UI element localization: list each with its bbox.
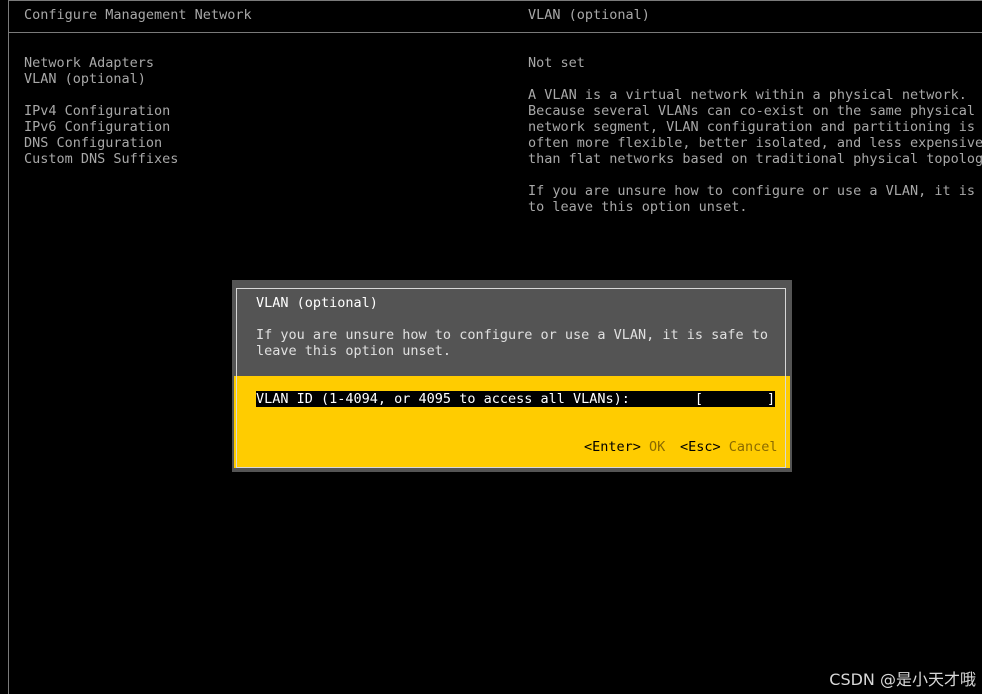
ok-button[interactable]: <Enter> OK <box>584 439 665 455</box>
menu-item-network-adapters[interactable]: Network Adapters <box>24 55 154 71</box>
cancel-label: Cancel <box>728 439 778 455</box>
menu-item-ipv4[interactable]: IPv4 Configuration <box>24 103 170 119</box>
esc-key-hint: <Esc> <box>680 439 721 455</box>
menu-item-vlan[interactable]: VLAN (optional) <box>24 71 146 87</box>
menu-item-custom-dns-suffixes[interactable]: Custom DNS Suffixes <box>24 151 178 167</box>
ok-label: OK <box>649 439 666 455</box>
info-text-line: network segment, VLAN configuration and … <box>528 119 976 135</box>
enter-key-hint: <Enter> <box>584 439 641 455</box>
vlan-id-label: VLAN ID (1-4094, or 4095 to access all V… <box>256 391 630 407</box>
menu-item-dns[interactable]: DNS Configuration <box>24 135 162 151</box>
cancel-button[interactable]: <Esc> Cancel <box>680 439 778 455</box>
watermark: CSDN @是小天才哦 <box>829 670 976 689</box>
vlan-id-field-row[interactable]: VLAN ID (1-4094, or 4095 to access all V… <box>256 391 776 407</box>
info-text-line: than flat networks based on traditional … <box>528 151 982 167</box>
info-text-line: to leave this option unset. <box>528 199 748 215</box>
vlan-dialog: VLAN (optional) If you are unsure how to… <box>232 280 792 472</box>
menu-item-ipv6[interactable]: IPv6 Configuration <box>24 119 170 135</box>
detail-title: VLAN (optional) <box>528 7 650 23</box>
info-text-line: If you are unsure how to configure or us… <box>528 183 982 199</box>
vlan-id-close-bracket: ] <box>767 391 776 407</box>
info-text-line: Because several VLANs can co-exist on th… <box>528 103 976 119</box>
screen-title: Configure Management Network <box>24 7 252 23</box>
info-text-line: A VLAN is a virtual network within a phy… <box>528 87 967 103</box>
dialog-description-line: leave this option unset. <box>256 343 452 359</box>
header-divider <box>8 32 982 33</box>
dialog-title: VLAN (optional) <box>256 295 378 311</box>
vlan-id-open-bracket: [ <box>694 391 704 407</box>
info-text-line: often more flexible, better isolated, an… <box>528 135 982 151</box>
dialog-description-line: If you are unsure how to configure or us… <box>256 327 769 343</box>
vlan-status-value: Not set <box>528 55 585 71</box>
